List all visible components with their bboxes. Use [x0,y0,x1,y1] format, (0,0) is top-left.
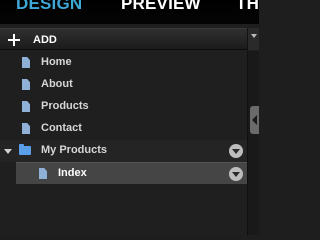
page-tree: Home About Products Contact My Products … [0,51,247,235]
tree-item-label: Index [58,167,87,179]
chevron-down-icon [251,34,257,38]
side-panel-strip [247,51,259,235]
row-menu-button[interactable] [229,144,243,158]
tree-item-label: Home [41,56,72,68]
chevron-left-icon [252,115,257,125]
tree-item-products[interactable]: Products [0,96,247,118]
expand-arrow-icon[interactable] [4,149,12,154]
tab-preview[interactable]: PREVIEW [121,0,201,14]
plus-icon [8,34,20,46]
tree-item-label: About [41,78,73,90]
folder-icon [19,144,31,155]
app-window: DESIGN PREVIEW TH ADD Home About Product… [0,0,259,235]
tree-item-home[interactable]: Home [0,52,247,74]
tree-item-label: Contact [41,122,82,134]
panel-options-toggle[interactable] [247,28,259,50]
row-menu-button[interactable] [229,167,243,181]
page-icon [22,79,30,90]
top-tab-bar: DESIGN PREVIEW TH [0,0,259,24]
collapse-panel-handle[interactable] [250,106,259,134]
tab-themes[interactable]: TH [236,0,259,14]
tree-item-index[interactable]: Index [16,162,247,184]
add-toolbar: ADD [0,28,247,50]
add-label: ADD [33,34,57,46]
tree-item-label: My Products [41,144,108,156]
tree-item-my-products[interactable]: My Products [0,140,247,162]
tree-item-label: Products [41,100,89,112]
page-icon [22,57,30,68]
page-icon [22,101,30,112]
tab-design[interactable]: DESIGN [16,0,82,14]
tree-item-about[interactable]: About [0,74,247,96]
tree-item-contact[interactable]: Contact [0,118,247,140]
page-icon [39,168,47,179]
add-page-button[interactable]: ADD [8,31,57,49]
page-icon [22,123,30,134]
